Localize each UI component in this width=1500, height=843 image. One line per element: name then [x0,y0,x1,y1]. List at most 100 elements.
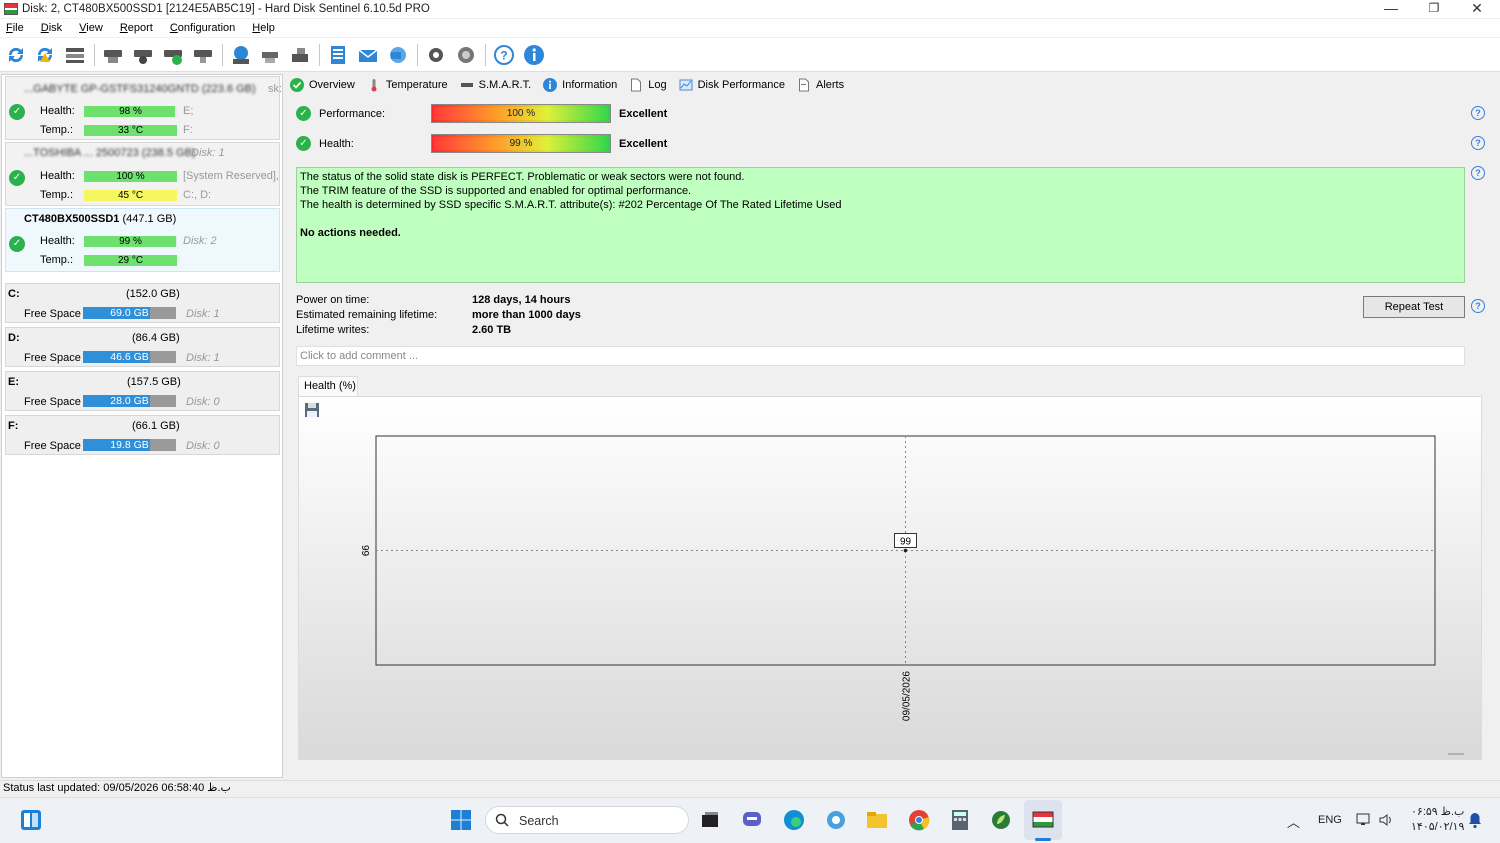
volume-card-d[interactable]: D: (86.4 GB) Free Space 46.6 GB Disk: 1 [5,327,280,367]
refresh-icon[interactable] [5,44,27,66]
menu-disk[interactable]: Disk [41,22,62,34]
active-app-indicator [1035,838,1051,841]
tab-temperature[interactable]: Temperature [367,78,448,92]
hard-disk-sentinel-icon[interactable] [1032,809,1054,831]
disk-info-icon[interactable] [192,44,214,66]
volume-card-e[interactable]: E: (157.5 GB) Free Space 28.0 GB Disk: 0 [5,371,280,411]
menu-configuration[interactable]: Configuration [170,22,235,34]
volume-size: (157.5 GB) [127,376,181,388]
health-rating: Excellent [619,138,668,150]
document-icon [631,78,642,92]
tab-log[interactable]: Log [629,78,667,92]
restore-button[interactable]: ❐ [1411,0,1457,18]
teams-chat-icon[interactable] [741,809,763,831]
email-icon[interactable] [357,44,379,66]
performance-bar: 100 % [431,104,611,123]
temp-bar: 45 °C [84,190,177,201]
health-value: 99 % [119,236,142,247]
chrome-icon[interactable] [908,809,930,831]
help-repeat-test-icon[interactable]: ? [1471,299,1485,313]
tab-smart[interactable]: S.M.A.R.T. [460,78,531,92]
notification-bell-icon[interactable] [1467,811,1483,829]
status-line-1: The status of the solid state disk is PE… [300,171,745,183]
advanced-settings-icon[interactable] [455,44,477,66]
help-performance-icon[interactable]: ? [1471,106,1485,120]
volume-letters-2: C:, D: [183,189,212,201]
status-line-3: The health is determined by SSD specific… [300,199,842,211]
health-label: Health: [40,170,75,182]
ok-check-icon: ✓ [9,104,25,120]
clock-date[interactable]: ۱۴۰۵/۰۲/۱۹ [1411,820,1464,833]
free-space-label: Free Space [24,352,81,364]
disk-export-icon[interactable] [289,44,311,66]
menu-view[interactable]: View [79,22,103,34]
comment-input[interactable]: Click to add comment ... [296,346,1465,366]
tab-bar: Overview Temperature S.M.A.R.T. Informat… [290,75,856,95]
disk-card-0[interactable]: ...GABYTE GP-GSTFS31240GNTD (223.6 GB) s… [5,76,282,140]
disk-side-note: Disk: 1 [191,147,225,159]
refresh-warning-icon[interactable] [34,44,56,66]
leaf-app-icon[interactable] [990,809,1012,831]
health-bar: 99 % [431,134,611,153]
store-app-icon[interactable] [825,809,847,831]
send-report-icon[interactable] [387,44,409,66]
settings-gear-icon[interactable] [425,44,447,66]
close-button[interactable]: ✕ [1454,0,1500,18]
free-space-bar: 46.6 GB [83,351,176,363]
disk-tools-icon[interactable] [259,44,281,66]
start-icon[interactable] [450,809,472,831]
menu-file[interactable]: File [6,22,24,34]
volume-card-f[interactable]: F: (66.1 GB) Free Space 19.8 GB Disk: 0 [5,415,280,455]
globe-disk-icon[interactable] [230,44,252,66]
help-status-icon[interactable]: ? [1471,166,1485,180]
disk-card-2[interactable]: CT480BX500SSD1 (447.1 GB) ✓ Health: 99 %… [5,208,280,272]
health-value: 99 % [509,138,533,149]
health-check-icon: ✓ [296,136,311,151]
tab-information[interactable]: Information [543,78,617,92]
y-tick-label: 99 [359,545,370,557]
app-icon [4,3,18,15]
volume-disk: Disk: 1 [186,308,220,320]
minimize-button[interactable]: — [1368,0,1414,18]
performance-value: 100 % [506,108,536,119]
disk-number: Disk: 2 [183,235,217,247]
free-space-bar: 28.0 GB [83,395,176,407]
volume-card-c[interactable]: C: (152.0 GB) Free Space 69.0 GB Disk: 1 [5,283,280,323]
disk-ok-icon[interactable] [162,44,184,66]
disk-small-icon [460,83,473,87]
disk-card-1[interactable]: ...TOSHIBA ... 2500723 (238.5 GB) Disk: … [5,142,280,206]
remaining-lifetime-value: more than 1000 days [472,309,581,321]
disk-test-icon[interactable] [132,44,154,66]
health-label: Health: [40,235,75,247]
tab-disk-performance[interactable]: Disk Performance [679,78,785,92]
repeat-test-button[interactable]: Repeat Test [1363,296,1465,318]
clock-time[interactable]: ب.ظ ۰۶:۵۹ [1411,805,1464,818]
ok-check-icon: ✓ [9,236,25,252]
disk-list-icon[interactable] [64,44,86,66]
widgets-icon[interactable] [20,809,42,831]
help-health-icon[interactable]: ? [1471,136,1485,150]
language-indicator[interactable]: ENG [1318,814,1342,826]
volume-icon[interactable] [1378,812,1394,828]
network-icon[interactable] [1356,812,1372,828]
taskbar: Search ︿ ENG ب.ظ ۰۶:۵۹ ۱۴۰۵/۰۲/۱۹ [0,797,1500,843]
temp-label: Temp.: [40,189,74,201]
tray-chevron-icon[interactable]: ︿ [1287,812,1300,831]
calculator-icon[interactable] [949,809,971,831]
tab-alerts[interactable]: Alerts [797,78,844,92]
info-icon[interactable] [523,44,545,66]
free-space-label: Free Space [24,308,81,320]
menu-report[interactable]: Report [120,22,153,34]
tab-overview[interactable]: Overview [290,78,355,92]
window-title: Disk: 2, CT480BX500SSD1 [2124E5AB5C19] -… [22,3,430,15]
menu-help[interactable]: Help [252,22,275,34]
taskbar-search[interactable]: Search [485,806,689,834]
volume-size: (66.1 GB) [132,420,180,432]
file-explorer-icon[interactable] [866,809,888,831]
help-icon[interactable]: ? [493,44,515,66]
report-icon[interactable] [327,44,349,66]
edge-browser-icon[interactable] [783,809,805,831]
chart-tab-health[interactable]: Health (%) [298,376,358,396]
task-view-icon[interactable] [699,809,721,831]
disk-icon[interactable] [102,44,124,66]
